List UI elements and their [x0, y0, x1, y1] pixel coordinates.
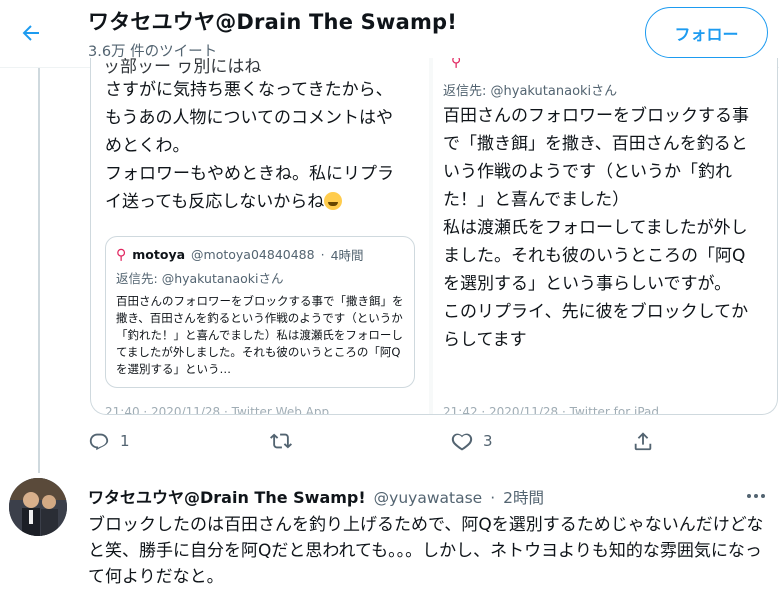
- reply-button[interactable]: 1: [88, 430, 130, 452]
- more-icon: [747, 494, 765, 498]
- quote-time: 4時間: [330, 248, 364, 263]
- quote-reply-to: 返信先: @hyakutanaokiさん: [116, 268, 404, 287]
- quoted-tweet-card[interactable]: ⚲ motoya @motoya04840488 · 4時間 返信先: @hya…: [105, 236, 415, 388]
- back-arrow-icon: [22, 25, 39, 41]
- quote-header: ⚲ motoya @motoya04840488 · 4時間: [116, 245, 404, 264]
- reply-author-handle[interactable]: @yuyawatase: [374, 489, 483, 507]
- profile-title: ワタセユウヤ@Drain The Swamp!: [88, 10, 458, 34]
- like-button[interactable]: 3: [451, 430, 493, 452]
- reply-count: 1: [120, 432, 130, 450]
- reply-separator: ·: [490, 489, 496, 507]
- image-left-text-body: さすがに気持ち悪くなってきたから、もうあの人物についてのコメントはやめとくわ。 …: [105, 80, 394, 212]
- tweet-media-image[interactable]: ッ部ッー ヮ別にはね さすがに気持ち悪くなってきたから、もうあの人物についてのコ…: [90, 58, 778, 415]
- image-right-text: 百田さんのフォロワーをブロックする事で「撒き餌」を撒き、百田さんを釣るという作戦…: [443, 106, 749, 350]
- image-left-text: さすがに気持ち悪くなってきたから、もうあの人物についてのコメントはやめとくわ。 …: [105, 76, 405, 216]
- quote-author-handle: @motoya04840488: [191, 247, 315, 262]
- reply-tweet-header: ワタセユウヤ@Drain The Swamp! @yuyawatase · 2時…: [88, 484, 544, 508]
- like-icon: [451, 433, 473, 451]
- right-reply-to: 返信先: @hyakutanaokiさん: [443, 80, 617, 99]
- reply-tweet-text: ブロックしたのは百田さんを釣り上げるためで、阿Qを選別するためじゃないんだけどな…: [88, 515, 764, 587]
- quote-reply-prefix: 返信先:: [116, 271, 158, 286]
- quote-dot: ·: [320, 247, 325, 262]
- retweet-icon: [270, 433, 292, 449]
- more-button[interactable]: [741, 484, 771, 508]
- right-footer-meta: 21:42 · 2020/11/28 · Twitter for iPad: [443, 405, 659, 415]
- cut-off-text: ッ部ッー ヮ別にはね: [103, 58, 262, 77]
- quote-reply-handle: @hyakutanaokiさん: [161, 271, 284, 286]
- right-reply-handle: @hyakutanaokiさん: [490, 84, 618, 99]
- pin-icon-right: ⚲: [451, 58, 462, 70]
- follow-button[interactable]: フォロー: [645, 7, 768, 58]
- reply-time[interactable]: 2時間: [503, 486, 544, 508]
- thread-connector: [38, 68, 40, 473]
- reply-author-name[interactable]: ワタセユウヤ@Drain The Swamp!: [88, 484, 366, 508]
- share-button[interactable]: [632, 430, 664, 452]
- avatar[interactable]: [9, 478, 67, 536]
- retweet-button[interactable]: [270, 430, 302, 452]
- image-divider: [429, 58, 433, 414]
- share-icon: [634, 432, 652, 451]
- right-reply-prefix: 返信先:: [443, 84, 487, 99]
- quote-body: 百田さんのフォロワーをブロックする事で「撒き餌」を撒き、百田さんを釣るという作戦…: [116, 294, 404, 376]
- left-footer-meta: 21:40 · 2020/11/28 · Twitter Web App: [105, 405, 330, 415]
- sweat-smile-emoji-icon: [324, 192, 343, 210]
- quote-author-name: motoya: [132, 247, 186, 262]
- avatar-photo-icon: [9, 478, 67, 536]
- back-button[interactable]: [12, 14, 50, 52]
- pin-icon: ⚲: [116, 246, 127, 263]
- like-count: 3: [483, 432, 493, 450]
- reply-icon: [89, 433, 109, 451]
